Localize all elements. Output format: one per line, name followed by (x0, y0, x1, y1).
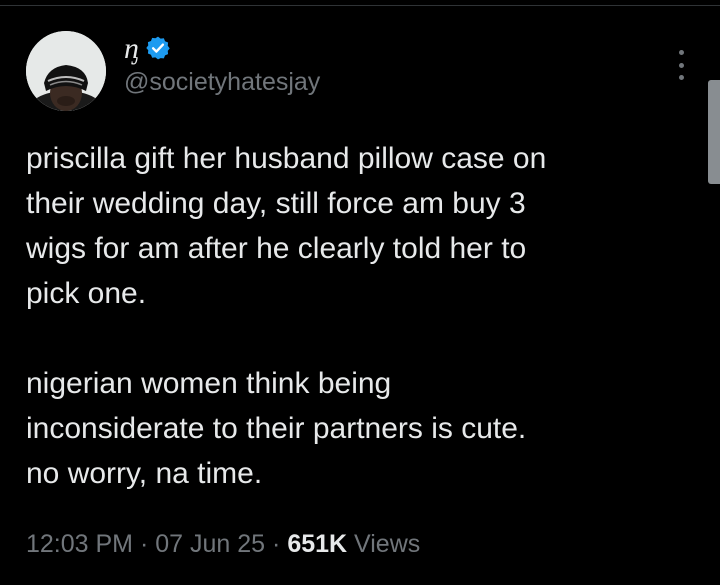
verified-badge-icon (145, 35, 171, 61)
dot (678, 62, 684, 68)
tweet-time[interactable]: 12:03 PM (26, 530, 133, 558)
tweet: ᶇ @societyhatesjay priscilla gift her hu… (0, 0, 720, 585)
more-options-icon[interactable] (670, 50, 692, 80)
avatar-image (26, 31, 106, 111)
name-row: ᶇ (124, 30, 320, 66)
scrollbar[interactable] (708, 80, 720, 184)
tweet-text: priscilla gift her husband pillow case o… (26, 142, 547, 490)
tweet-header: ᶇ @societyhatesjay (124, 30, 320, 97)
views-count[interactable]: 651K (287, 530, 347, 558)
handle[interactable]: @societyhatesjay (124, 68, 320, 97)
meta-separator: · (272, 530, 281, 558)
dot (678, 75, 684, 80)
avatar[interactable] (26, 31, 106, 111)
dot (678, 50, 684, 55)
tweet-meta: 12:03 PM · 07 Jun 25 · 651K Views (26, 530, 420, 559)
views-label: Views (354, 530, 421, 558)
tweet-date[interactable]: 07 Jun 25 (155, 530, 265, 558)
display-name[interactable]: ᶇ (124, 31, 139, 66)
meta-separator: · (139, 530, 149, 558)
